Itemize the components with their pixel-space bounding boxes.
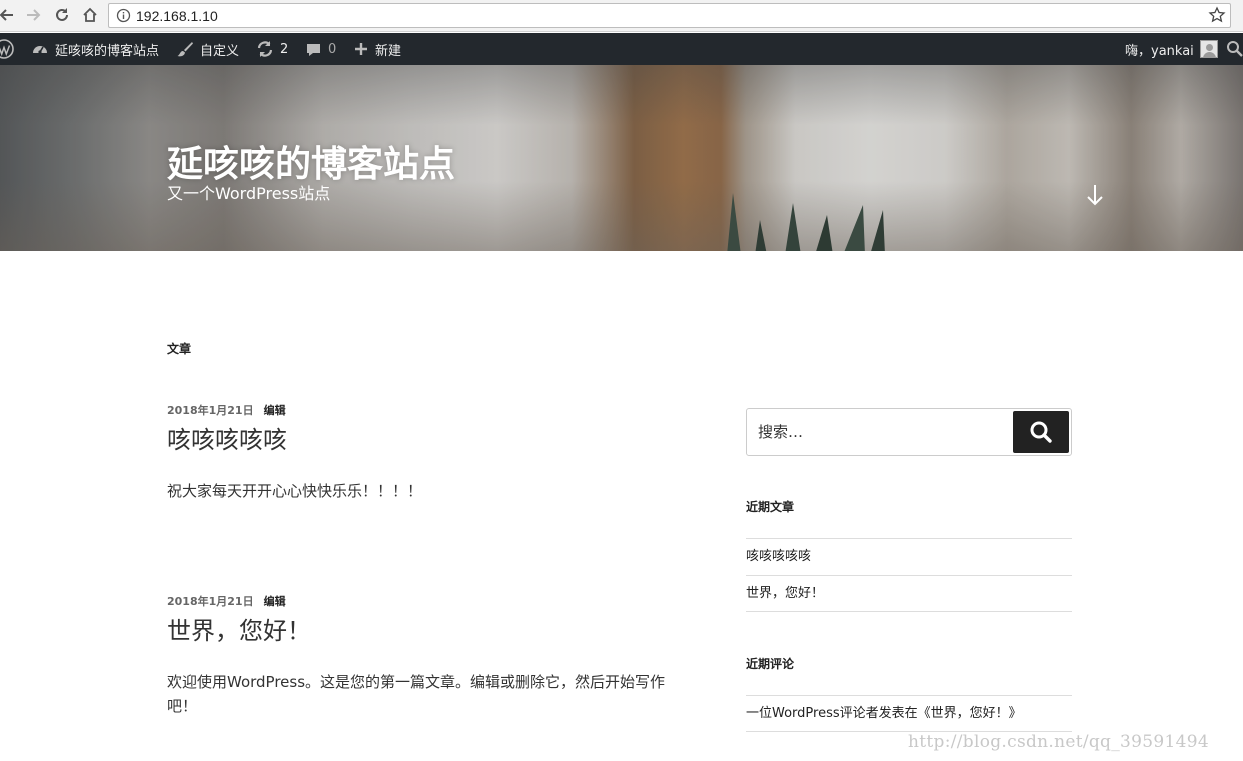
post-meta: 2018年1月21日 编辑 (167, 593, 697, 609)
arrow-down-icon[interactable] (1084, 182, 1106, 208)
brush-icon (177, 42, 193, 57)
recent-comment-link[interactable]: 一位WordPress评论者发表在《世界，您好！》 (746, 695, 1072, 732)
bookmark-star-icon[interactable] (1208, 6, 1226, 24)
forward-arrow-icon (27, 9, 41, 21)
home-button[interactable] (79, 4, 101, 26)
plus-icon (355, 43, 367, 55)
comment-bubble-icon (307, 43, 320, 56)
updates-icon (257, 41, 273, 57)
site-description: 又一个WordPress站点 (167, 184, 331, 203)
browser-toolbar: 192.168.1.10 (0, 0, 1243, 32)
address-bar[interactable]: 192.168.1.10 (108, 3, 1231, 28)
forward-button[interactable] (22, 4, 44, 26)
url-text: 192.168.1.10 (136, 8, 218, 24)
search-form (746, 408, 1072, 456)
back-button[interactable] (0, 4, 18, 26)
updates-menu[interactable]: 2 (256, 33, 288, 65)
post-date[interactable]: 2018年1月21日 (167, 595, 254, 608)
comments-menu[interactable]: 0 (305, 33, 336, 65)
recent-posts-title: 近期文章 (746, 500, 795, 514)
back-arrow-icon (0, 9, 13, 21)
recent-comments-title: 近期评论 (746, 657, 795, 671)
post-title[interactable]: 世界，您好！ (167, 611, 697, 646)
recent-post-link[interactable]: 咳咳咳咳咳 (746, 538, 1072, 575)
post-item: 2018年1月21日 编辑 咳咳咳咳咳 祝大家每天开开心心快快乐乐！！！！ (167, 402, 697, 503)
wp-logo-menu[interactable] (0, 33, 14, 65)
my-account-menu[interactable]: 嗨，yankai (1125, 33, 1218, 65)
reload-icon (56, 8, 68, 21)
avatar (1199, 40, 1218, 58)
dashboard-icon (33, 46, 47, 54)
plant-image (727, 193, 885, 251)
home-icon (83, 7, 97, 22)
customize-label: 自定义 (200, 43, 240, 59)
site-name-menu[interactable]: 延咳咳的博客站点 (31, 33, 159, 65)
info-icon (116, 8, 131, 23)
reload-button[interactable] (51, 4, 73, 26)
post-item: 2018年1月21日 编辑 世界，您好！ 欢迎使用WordPress。这是您的第一… (167, 593, 697, 718)
new-label: 新建 (375, 43, 402, 59)
search-icon (1030, 421, 1052, 443)
search-input[interactable] (747, 409, 1013, 455)
updates-count: 2 (280, 41, 289, 57)
post-date[interactable]: 2018年1月21日 (167, 404, 254, 417)
new-content-menu[interactable]: 新建 (353, 33, 401, 65)
post-excerpt: 祝大家每天开开心心快快乐乐！！！！ (167, 482, 423, 500)
edit-post-link[interactable]: 编辑 (264, 404, 286, 417)
search-button[interactable] (1013, 411, 1069, 453)
site-header: 延咳咳的博客站点 又一个WordPress站点 (0, 65, 1243, 251)
wp-admin-bar: 延咳咳的博客站点 自定义 2 0 新建 嗨，yankai (0, 33, 1243, 65)
recent-comments-list: 一位WordPress评论者发表在《世界，您好！》 (746, 695, 1072, 732)
wordpress-logo-icon (0, 39, 14, 59)
admin-search[interactable] (1226, 33, 1243, 65)
recent-posts-list: 咳咳咳咳咳 世界，您好！ (746, 538, 1072, 612)
post-meta: 2018年1月21日 编辑 (167, 402, 697, 418)
watermark-text: http://blog.csdn.net/qq_39591494 (908, 732, 1209, 752)
page-title: 文章 (167, 342, 192, 356)
edit-post-link[interactable]: 编辑 (264, 595, 286, 608)
post-title[interactable]: 咳咳咳咳咳 (167, 420, 697, 455)
greeting-label: 嗨，yankai (1125, 43, 1194, 59)
search-icon (1227, 41, 1243, 57)
site-name-label: 延咳咳的博客站点 (55, 43, 160, 59)
recent-post-link[interactable]: 世界，您好！ (746, 575, 1072, 612)
post-excerpt: 欢迎使用WordPress。这是您的第一篇文章。编辑或删除它，然后开始写作吧！ (167, 673, 666, 715)
customize-menu[interactable]: 自定义 (176, 33, 239, 65)
comments-count: 0 (328, 41, 337, 57)
